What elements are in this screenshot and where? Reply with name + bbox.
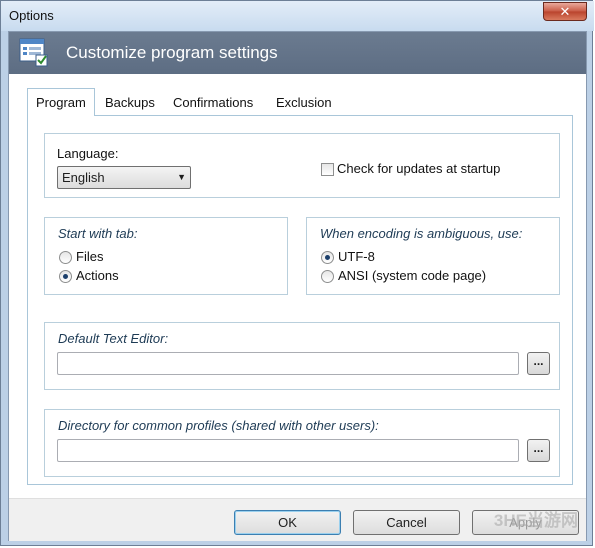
tab-exclusion[interactable]: Exclusion xyxy=(270,92,338,114)
text-editor-group: Default Text Editor: ... xyxy=(44,322,560,390)
encoding-label: When encoding is ambiguous, use: xyxy=(320,226,523,241)
radio-ansi[interactable] xyxy=(321,270,334,283)
radio-actions-label[interactable]: Actions xyxy=(76,268,119,283)
settings-window-icon xyxy=(19,38,48,67)
encoding-group: When encoding is ambiguous, use: UTF-8 A… xyxy=(306,217,560,295)
language-selected-value: English xyxy=(62,170,105,185)
language-group: Language: English ▼ Check for updates at… xyxy=(44,133,560,198)
site-watermark: 3HE当游网 xyxy=(493,511,578,530)
tab-backups[interactable]: Backups xyxy=(99,92,161,114)
check-updates-label[interactable]: Check for updates at startup xyxy=(337,161,500,176)
dialog-client-area: Customize program settings Program Backu… xyxy=(8,31,587,541)
radio-ansi-label[interactable]: ANSI (system code page) xyxy=(338,268,486,283)
language-label: Language: xyxy=(57,146,119,161)
radio-utf8-label[interactable]: UTF-8 xyxy=(338,249,375,264)
tab-program[interactable]: Program xyxy=(27,88,95,116)
start-tab-group: Start with tab: Files Actions xyxy=(44,217,288,295)
close-icon: ✕ xyxy=(559,3,571,19)
tab-confirmations[interactable]: Confirmations xyxy=(167,92,259,114)
common-profiles-label: Directory for common profiles (shared wi… xyxy=(58,418,379,433)
options-window: Options ✕ Customize program settings Pro… xyxy=(0,0,594,546)
chevron-down-icon: ▼ xyxy=(177,172,186,182)
radio-utf8[interactable] xyxy=(321,251,334,264)
text-editor-browse-button[interactable]: ... xyxy=(527,352,550,375)
header-banner: Customize program settings xyxy=(9,32,586,74)
program-tab-panel: Language: English ▼ Check for updates at… xyxy=(27,115,573,485)
common-profiles-input[interactable] xyxy=(57,439,519,462)
ok-button[interactable]: OK xyxy=(234,510,341,535)
window-title: Options xyxy=(9,8,54,23)
text-editor-input[interactable] xyxy=(57,352,519,375)
cancel-button[interactable]: Cancel xyxy=(353,510,460,535)
common-profiles-group: Directory for common profiles (shared wi… xyxy=(44,409,560,477)
start-tab-label: Start with tab: xyxy=(58,226,138,241)
language-select[interactable]: English ▼ xyxy=(57,166,191,189)
radio-files[interactable] xyxy=(59,251,72,264)
radio-files-label[interactable]: Files xyxy=(76,249,103,264)
common-profiles-browse-button[interactable]: ... xyxy=(527,439,550,462)
close-button[interactable]: ✕ xyxy=(543,2,587,21)
title-bar[interactable]: Options ✕ xyxy=(1,1,594,31)
radio-actions[interactable] xyxy=(59,270,72,283)
check-updates-checkbox[interactable] xyxy=(321,163,334,176)
text-editor-label: Default Text Editor: xyxy=(58,331,169,346)
banner-title: Customize program settings xyxy=(66,43,278,62)
